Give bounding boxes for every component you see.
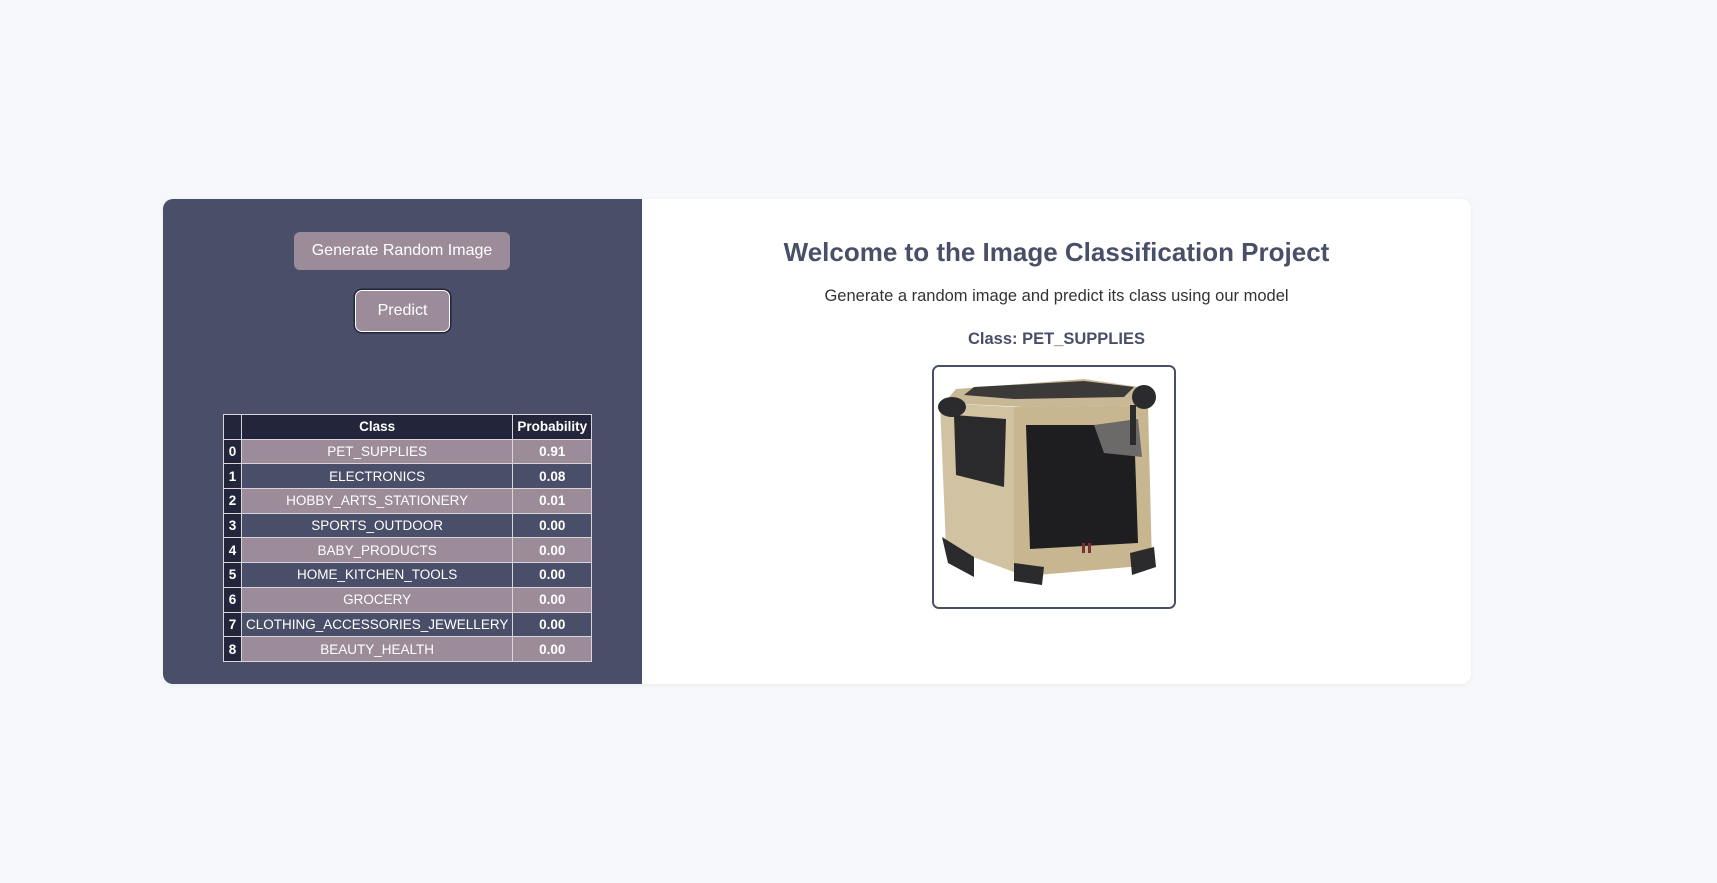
probability-header: Probability [512, 414, 593, 440]
table-row: 3 SPORTS_OUTDOOR 0.00 [223, 512, 593, 539]
row-probability: 0.08 [512, 463, 593, 490]
row-probability: 0.00 [512, 512, 593, 539]
row-probability: 0.00 [512, 537, 593, 564]
row-probability: 0.00 [512, 611, 593, 638]
row-index: 4 [223, 537, 242, 564]
app-card: Generate Random Image Predict Class Prob… [163, 199, 1471, 684]
row-class: PET_SUPPLIES [240, 438, 514, 465]
probability-table: Class Probability 0 PET_SUPPLIES 0.91 1 … [223, 414, 593, 662]
row-probability: 0.00 [512, 586, 593, 613]
predict-button[interactable]: Predict [355, 290, 450, 332]
row-class: BABY_PRODUCTS [240, 537, 514, 564]
row-class: SPORTS_OUTDOOR [240, 512, 514, 539]
table-row: 5 HOME_KITCHEN_TOOLS 0.00 [223, 562, 593, 588]
class-header: Class [240, 414, 514, 440]
row-index: 5 [223, 562, 242, 588]
page-subtitle: Generate a random image and predict its … [824, 287, 1289, 305]
table-row: 4 BABY_PRODUCTS 0.00 [223, 537, 593, 564]
row-class: BEAUTY_HEALTH [240, 636, 514, 662]
page-title: Welcome to the Image Classification Proj… [783, 237, 1330, 267]
row-class: CLOTHING_ACCESSORIES_JEWELLERY [240, 611, 514, 638]
main-panel: Welcome to the Image Classification Proj… [642, 199, 1471, 684]
table-row: 8 BEAUTY_HEALTH 0.00 [223, 636, 593, 662]
table-row: 0 PET_SUPPLIES 0.91 [223, 438, 593, 465]
table-row: 1 ELECTRONICS 0.08 [223, 463, 593, 490]
index-header [223, 414, 242, 440]
row-index: 7 [223, 611, 242, 638]
predicted-class-label: Class: PET_SUPPLIES [968, 330, 1145, 348]
row-index: 3 [223, 512, 242, 539]
row-class: ELECTRONICS [240, 463, 514, 490]
row-probability: 0.00 [512, 636, 593, 662]
table-row: 7 CLOTHING_ACCESSORIES_JEWELLERY 0.00 [223, 611, 593, 638]
generate-random-image-button[interactable]: Generate Random Image [294, 232, 510, 270]
row-probability: 0.00 [512, 562, 593, 588]
table-row: 6 GROCERY 0.00 [223, 586, 593, 613]
row-probability: 0.91 [512, 438, 593, 465]
row-probability: 0.01 [512, 488, 593, 514]
row-index: 8 [223, 636, 242, 662]
row-class: HOBBY_ARTS_STATIONERY [240, 488, 514, 514]
row-index: 0 [223, 438, 242, 465]
pet-crate-icon [934, 367, 1174, 607]
table-header-row: Class Probability [223, 414, 593, 440]
row-class: GROCERY [240, 586, 514, 613]
row-index: 2 [223, 488, 242, 514]
table-row: 2 HOBBY_ARTS_STATIONERY 0.01 [223, 488, 593, 514]
row-class: HOME_KITCHEN_TOOLS [240, 562, 514, 588]
product-image [932, 365, 1176, 609]
row-index: 6 [223, 586, 242, 613]
sidebar: Generate Random Image Predict Class Prob… [163, 199, 642, 684]
row-index: 1 [223, 463, 242, 490]
